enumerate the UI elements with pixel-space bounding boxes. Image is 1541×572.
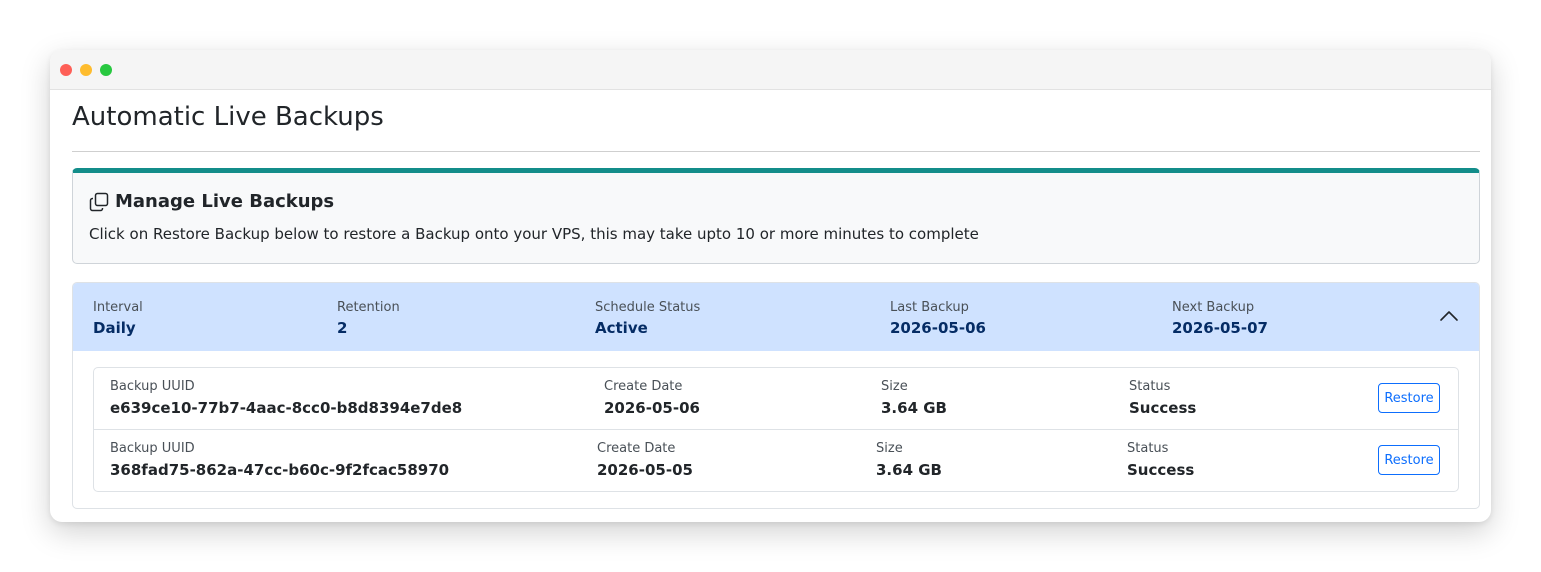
next-backup-label: Next Backup — [1172, 300, 1255, 315]
last-backup-label: Last Backup — [890, 300, 969, 315]
retention-value: 2 — [337, 319, 348, 337]
chevron-up-icon[interactable] — [1438, 308, 1460, 324]
create-date-label: Create Date — [604, 379, 683, 394]
create-date-value: 2026-05-06 — [604, 399, 700, 417]
retention-label: Retention — [337, 300, 400, 315]
page-title: Automatic Live Backups — [72, 102, 384, 132]
backup-uuid-value: 368fad75-862a-47cc-b60c-9f2fcac58970 — [110, 461, 450, 479]
status-label: Status — [1129, 379, 1171, 394]
schedule-accordion-header[interactable]: Interval Daily Retention 2 Schedule Stat… — [73, 283, 1479, 351]
backup-uuid-label: Backup UUID — [110, 379, 195, 394]
interval-field: Interval Daily — [93, 300, 143, 337]
last-backup-field: Last Backup 2026-05-06 — [890, 300, 986, 337]
backup-uuid-field: Backup UUID e639ce10-77b7-4aac-8cc0-b8d8… — [110, 379, 462, 417]
create-date-value: 2026-05-05 — [597, 461, 693, 479]
status-value: Success — [1129, 399, 1197, 417]
size-field: Size 3.64 GB — [876, 441, 942, 479]
manage-backups-title: Manage Live Backups — [115, 191, 335, 212]
size-label: Size — [881, 379, 908, 394]
next-backup-value: 2026-05-07 — [1172, 319, 1268, 337]
create-date-field: Create Date 2026-05-05 — [597, 441, 693, 479]
size-field: Size 3.64 GB — [881, 379, 947, 417]
last-backup-value: 2026-05-06 — [890, 319, 986, 337]
size-label: Size — [876, 441, 903, 456]
backup-uuid-label: Backup UUID — [110, 441, 195, 456]
create-date-field: Create Date 2026-05-06 — [604, 379, 700, 417]
backup-row: Backup UUID e639ce10-77b7-4aac-8cc0-b8d8… — [94, 368, 1458, 430]
browser-window: Automatic Live Backups Manage Live Backu… — [50, 50, 1491, 522]
next-backup-field: Next Backup 2026-05-07 — [1172, 300, 1268, 337]
status-value: Success — [1127, 461, 1195, 479]
retention-field: Retention 2 — [337, 300, 400, 337]
status-field: Status Success — [1129, 379, 1196, 417]
restore-button[interactable]: Restore — [1378, 445, 1440, 475]
restore-button[interactable]: Restore — [1378, 383, 1440, 413]
window-titlebar — [50, 50, 1491, 90]
status-field: Status Success — [1127, 441, 1194, 479]
maximize-window-button[interactable] — [100, 64, 112, 76]
backup-schedule-accordion: Interval Daily Retention 2 Schedule Stat… — [72, 282, 1480, 509]
manage-backups-card: Manage Live Backups Click on Restore Bac… — [72, 168, 1480, 264]
size-value: 3.64 GB — [881, 399, 947, 417]
minimize-window-button[interactable] — [80, 64, 92, 76]
backup-uuid-field: Backup UUID 368fad75-862a-47cc-b60c-9f2f… — [110, 441, 449, 479]
backup-row: Backup UUID 368fad75-862a-47cc-b60c-9f2f… — [94, 430, 1458, 491]
status-label: Status — [1127, 441, 1169, 456]
backup-list: Backup UUID e639ce10-77b7-4aac-8cc0-b8d8… — [93, 367, 1459, 492]
schedule-status-field: Schedule Status Active — [595, 300, 700, 337]
schedule-status-value: Active — [595, 319, 648, 337]
copy-icon — [89, 192, 109, 211]
schedule-status-label: Schedule Status — [595, 300, 701, 315]
title-divider — [72, 151, 1480, 152]
close-window-button[interactable] — [60, 64, 72, 76]
backup-uuid-value: e639ce10-77b7-4aac-8cc0-b8d8394e7de8 — [110, 399, 463, 417]
manage-backups-description: Click on Restore Backup below to restore… — [89, 225, 979, 243]
create-date-label: Create Date — [597, 441, 676, 456]
size-value: 3.64 GB — [876, 461, 942, 479]
interval-value: Daily — [93, 319, 136, 337]
interval-label: Interval — [93, 300, 143, 315]
manage-backups-header: Manage Live Backups — [89, 191, 334, 212]
